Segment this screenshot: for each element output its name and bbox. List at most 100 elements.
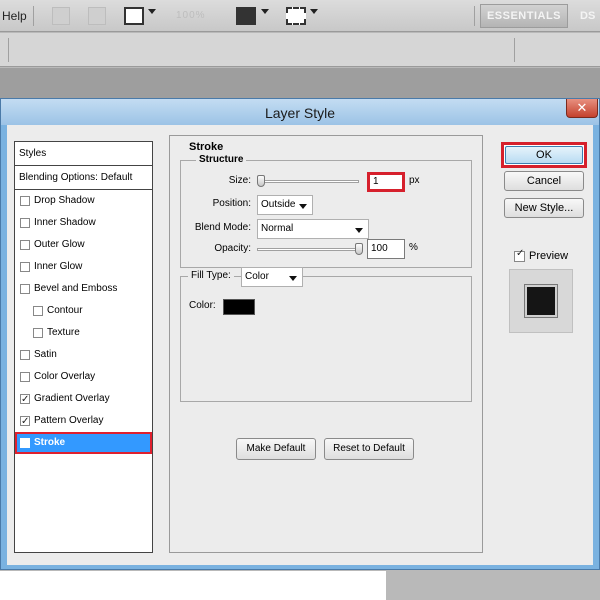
size-input[interactable]: 1: [367, 172, 405, 192]
make-default-button[interactable]: Make Default: [236, 438, 316, 460]
bridge-icon[interactable]: [52, 7, 70, 25]
options-bar: [0, 33, 600, 67]
style-item-drop-shadow[interactable]: Drop Shadow: [15, 190, 152, 212]
opacity-slider-handle[interactable]: [355, 243, 363, 255]
view-extras-icon[interactable]: [124, 7, 144, 25]
style-preview: [509, 269, 573, 333]
chevron-down-icon[interactable]: [261, 9, 269, 14]
opacity-input[interactable]: 100: [367, 239, 405, 259]
style-item-label: Color Overlay: [34, 371, 96, 382]
style-item-inner-glow[interactable]: Inner Glow: [15, 256, 152, 278]
style-checkbox[interactable]: [20, 240, 30, 250]
style-checkbox[interactable]: [33, 328, 43, 338]
style-item-label: Texture: [47, 327, 80, 338]
ok-button[interactable]: OK: [501, 142, 587, 168]
style-item-color-overlay[interactable]: Color Overlay: [15, 366, 152, 388]
style-item-label: Pattern Overlay: [34, 415, 104, 426]
application-menubar: Help 100% ESSENTIALS DS: [0, 0, 600, 32]
blending-options-item[interactable]: Blending Options: Default: [15, 166, 152, 190]
essentials-workspace-button[interactable]: ESSENTIALS: [480, 4, 568, 28]
stroke-color-swatch[interactable]: [223, 299, 255, 315]
style-checkbox[interactable]: [20, 284, 30, 294]
size-slider-handle[interactable]: [257, 175, 265, 187]
zoom-level[interactable]: 100%: [176, 10, 206, 21]
style-item-label: Gradient Overlay: [34, 393, 110, 404]
style-checkbox[interactable]: [20, 389, 30, 411]
design-workspace-button[interactable]: DS: [580, 10, 595, 22]
screen-mode-icon[interactable]: [286, 7, 306, 25]
position-value: Outside: [261, 199, 296, 210]
opacity-slider[interactable]: [257, 248, 361, 251]
ok-button-label: OK: [505, 146, 583, 164]
style-item-outer-glow[interactable]: Outer Glow: [15, 234, 152, 256]
style-checkbox[interactable]: [20, 411, 30, 433]
style-checkbox[interactable]: [20, 196, 30, 206]
style-checkbox[interactable]: [20, 350, 30, 360]
style-item-satin[interactable]: Satin: [15, 344, 152, 366]
options-divider: [8, 38, 9, 62]
style-item-gradient-overlay[interactable]: Gradient Overlay: [15, 388, 152, 411]
position-dropdown[interactable]: Outside: [257, 195, 313, 215]
new-style-button[interactable]: New Style...: [504, 198, 584, 218]
chevron-down-icon: [299, 204, 307, 209]
size-unit: px: [409, 175, 420, 186]
styles-list: Styles Blending Options: Default Drop Sh…: [14, 141, 153, 553]
blend-mode-value: Normal: [261, 223, 294, 234]
style-item-stroke[interactable]: Stroke: [15, 432, 152, 455]
preview-label: Preview: [529, 250, 569, 262]
dialog-titlebar[interactable]: Layer Style ✕: [1, 99, 599, 125]
opacity-label: Opacity:: [214, 243, 251, 254]
style-item-label: Stroke: [34, 437, 66, 448]
reset-to-default-button[interactable]: Reset to Default: [324, 438, 414, 460]
fill-type-dropdown[interactable]: Color: [241, 267, 303, 287]
position-label: Position:: [212, 198, 251, 209]
dialog-body: Styles Blending Options: Default Drop Sh…: [7, 125, 593, 565]
blend-mode-dropdown[interactable]: Normal: [257, 219, 369, 239]
style-item-label: Contour: [47, 305, 83, 316]
menubar-divider: [474, 6, 475, 26]
preview-checkbox-box[interactable]: [514, 248, 525, 262]
style-item-label: Inner Glow: [34, 261, 83, 272]
style-item-pattern-overlay[interactable]: Pattern Overlay: [15, 410, 152, 433]
style-checkbox[interactable]: [20, 262, 30, 272]
size-slider[interactable]: [257, 180, 359, 183]
style-checkbox[interactable]: [20, 372, 30, 382]
structure-group: Structure Size: 1 px Position: Outside B…: [180, 154, 472, 268]
document-tab-area: [0, 68, 600, 98]
style-item-label: Inner Shadow: [34, 217, 96, 228]
chevron-down-icon[interactable]: [310, 9, 318, 14]
style-checkbox[interactable]: [20, 218, 30, 228]
chevron-down-icon: [289, 276, 297, 281]
close-icon: ✕: [576, 100, 588, 115]
chevron-down-icon[interactable]: [148, 9, 156, 14]
menu-help[interactable]: Help: [2, 9, 27, 23]
opacity-unit: %: [409, 242, 418, 253]
size-label: Size:: [228, 175, 251, 186]
style-item-label: Drop Shadow: [34, 195, 95, 206]
style-item-inner-shadow[interactable]: Inner Shadow: [15, 212, 152, 234]
color-label: Color:: [189, 300, 216, 311]
fill-group: Fill Type: Color Color:: [180, 267, 472, 402]
style-item-texture[interactable]: Texture: [15, 322, 152, 344]
style-item-label: Outer Glow: [34, 239, 85, 250]
menubar-divider: [33, 6, 34, 26]
chevron-down-icon: [355, 228, 363, 233]
close-button[interactable]: ✕: [566, 99, 598, 118]
minibridge-icon[interactable]: [88, 7, 106, 25]
options-divider: [514, 38, 515, 62]
style-item-label: Bevel and Emboss: [34, 283, 118, 294]
blend-mode-label: Blend Mode:: [194, 222, 251, 233]
style-item-bevel-and-emboss[interactable]: Bevel and Emboss: [15, 278, 152, 300]
styles-header[interactable]: Styles: [15, 142, 152, 166]
fill-type-label: Fill Type:: [188, 270, 234, 281]
fill-type-value: Color: [245, 271, 269, 282]
style-checkbox[interactable]: [20, 433, 30, 455]
canvas-background: [0, 571, 600, 600]
cancel-button[interactable]: Cancel: [504, 171, 584, 191]
style-checkbox[interactable]: [33, 306, 43, 316]
preview-thumbnail: [525, 285, 557, 317]
stroke-panel-title: Stroke: [189, 141, 224, 153]
stroke-panel: Stroke Structure Size: 1 px Position: Ou…: [169, 135, 483, 553]
arrange-documents-icon[interactable]: [236, 7, 256, 25]
style-item-contour[interactable]: Contour: [15, 300, 152, 322]
